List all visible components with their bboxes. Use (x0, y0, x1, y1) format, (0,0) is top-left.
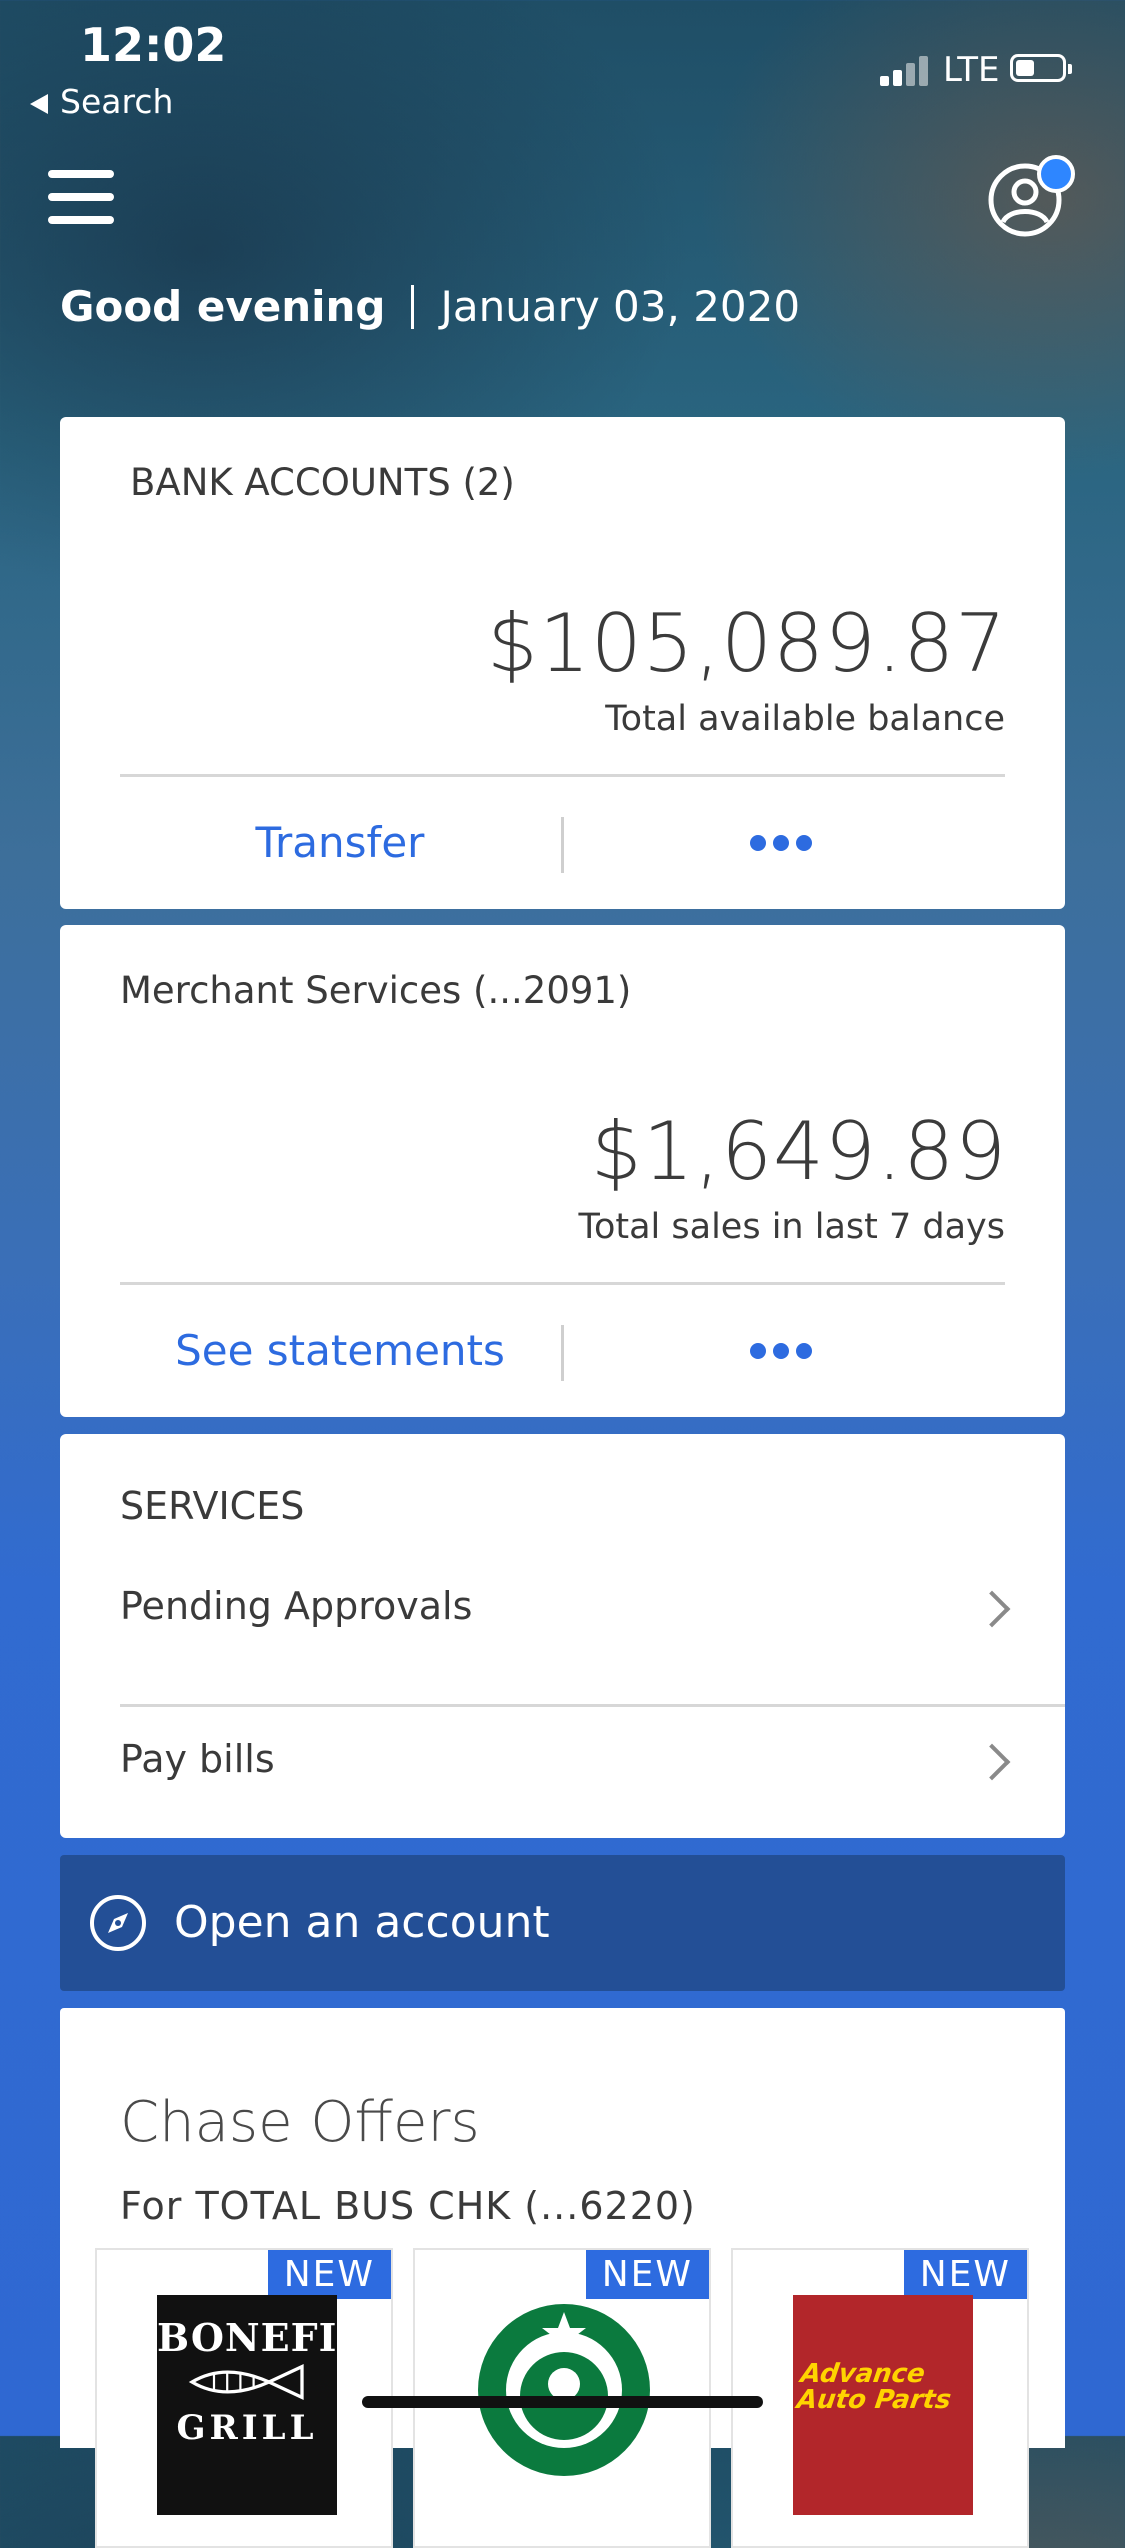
bank-accounts-title: BANK ACCOUNTS (2) (130, 461, 515, 504)
merchant-sales-label: Total sales in last 7 days (578, 1207, 1005, 1247)
card-divider (120, 1282, 1005, 1285)
action-separator (561, 1325, 564, 1381)
status-bar: 12:02 Search LTE (0, 0, 1125, 130)
starbucks-logo (478, 2304, 650, 2476)
merchant-services-title: Merchant Services (...2091) (120, 969, 632, 1012)
back-to-search-link[interactable]: Search (30, 82, 173, 121)
offer-tile-bonefish[interactable]: NEW BONEFISH GRILL (95, 2248, 393, 2548)
notification-dot (1037, 155, 1075, 193)
chase-offers-card: Chase Offers For TOTAL BUS CHK (...6220)… (60, 2008, 1065, 2548)
bank-balance-amount: $105,089.87 (487, 597, 1007, 690)
merchant-services-card[interactable]: Merchant Services (...2091) $1,649.89 To… (60, 925, 1065, 1417)
advance-logo-text: Advance (798, 2359, 927, 2389)
greeting-text: Good evening (60, 282, 386, 331)
new-badge: NEW (585, 2250, 709, 2299)
see-statements-button[interactable]: See statements (120, 1326, 560, 1375)
cellular-signal-icon (880, 52, 936, 86)
more-dots-icon[interactable] (750, 835, 812, 853)
hamburger-menu-icon[interactable] (48, 170, 114, 224)
open-account-button[interactable]: Open an account (60, 1855, 1065, 1991)
greeting-line: Good evening January 03, 2020 (60, 282, 800, 331)
transfer-button[interactable]: Transfer (120, 818, 560, 867)
new-badge: NEW (903, 2250, 1027, 2299)
service-pay-bills[interactable]: Pay bills (120, 1707, 1065, 1857)
new-badge: NEW (267, 2250, 391, 2299)
bonefish-logo-text: BONEFISH (157, 2315, 393, 2360)
battery-icon (1010, 54, 1072, 82)
greeting-separator (411, 284, 415, 329)
compass-icon (90, 1895, 146, 1951)
services-title: SERVICES (120, 1484, 305, 1528)
status-time: 12:02 (80, 18, 227, 72)
chevron-right-icon (973, 1590, 1011, 1628)
service-label: Pay bills (120, 1737, 275, 1781)
open-account-label: Open an account (174, 1897, 550, 1948)
current-date: January 03, 2020 (440, 282, 801, 331)
bonefish-logo-text-2: GRILL (176, 2408, 318, 2448)
service-pending-approvals[interactable]: Pending Approvals (120, 1554, 1065, 1707)
bank-accounts-card[interactable]: BANK ACCOUNTS (2) $105,089.87 Total avai… (60, 417, 1065, 909)
home-indicator[interactable] (362, 2396, 763, 2408)
action-separator (561, 817, 564, 873)
bonefish-logo: BONEFISH GRILL (157, 2295, 393, 2515)
offers-subtitle: For TOTAL BUS CHK (...6220) (120, 2184, 696, 2228)
bank-balance-label: Total available balance (605, 699, 1005, 739)
more-dots-icon[interactable] (750, 1343, 812, 1361)
offers-title: Chase Offers (120, 2090, 480, 2155)
services-card: SERVICES Pending Approvals Pay bills (60, 1434, 1065, 1838)
service-label: Pending Approvals (120, 1584, 473, 1628)
advance-auto-parts-logo: Advance Auto Parts (793, 2295, 973, 2515)
card-divider (120, 774, 1005, 777)
advance-logo-text-2: Auto Parts (795, 2385, 953, 2415)
network-type: LTE (943, 50, 1000, 90)
fish-icon (188, 2364, 304, 2400)
back-label: Search (60, 82, 174, 121)
offer-tile-advance-auto-parts[interactable]: NEW Advance Auto Parts (731, 2248, 1029, 2548)
chevron-right-icon (973, 1743, 1011, 1781)
back-triangle-icon (30, 93, 48, 114)
merchant-sales-amount: $1,649.89 (590, 1105, 1007, 1198)
